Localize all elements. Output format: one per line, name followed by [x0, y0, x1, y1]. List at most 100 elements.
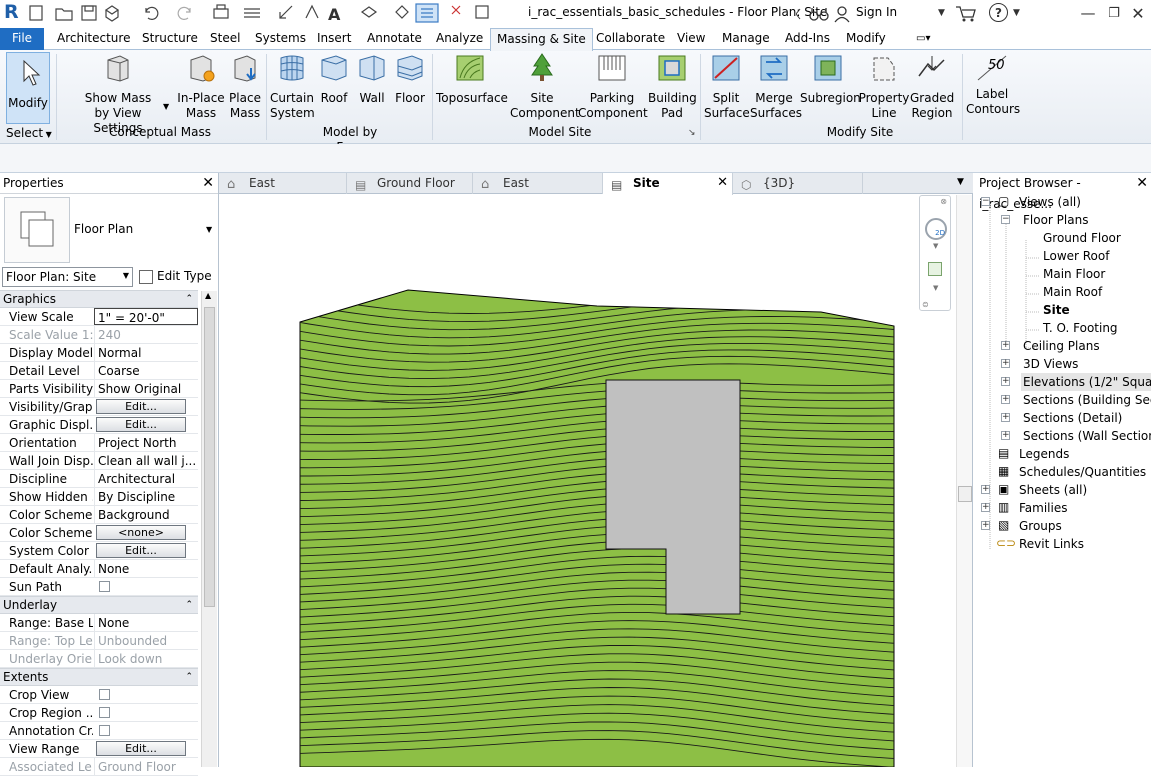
subregion-button[interactable]: Subregion [800, 52, 861, 106]
prop-parts-visibility[interactable]: Parts Visibility Show Original [0, 380, 198, 398]
parking-component-button[interactable]: Parking Component [578, 52, 648, 121]
crop-region-checkbox[interactable] [99, 707, 110, 718]
view-scale-input[interactable]: 1" = 20'-0" [94, 308, 198, 325]
tab-view[interactable]: View [677, 28, 705, 50]
2d-wheel-icon[interactable]: 2D [925, 218, 947, 240]
close-tab-icon[interactable]: ✕ [717, 173, 728, 193]
tab-manage[interactable]: Manage [722, 28, 770, 50]
tab-collaborate[interactable]: Collaborate [596, 28, 665, 50]
drawing-area[interactable]: ⌂ East ▤ Ground Floor ⌂ East ▤ Site ✕ ⬡ {3D} … [219, 173, 973, 767]
prop-wall-join[interactable]: Wall Join Disp... Clean all wall j... [0, 452, 198, 470]
system-color-edit-button[interactable]: Edit... [96, 543, 186, 558]
tree-ceiling-plans[interactable]: Ceiling Plans [1023, 337, 1100, 355]
select-dropdown[interactable]: Select ▼ [6, 126, 52, 142]
prop-range-base[interactable]: Range: Base L...None [0, 614, 198, 632]
prop-visibility-graphics[interactable]: Visibility/Grap...Edit... [0, 398, 198, 416]
group-underlay[interactable]: Underlay ⌃ [0, 596, 198, 614]
tab-ground-floor[interactable]: ▤ Ground Floor [347, 173, 473, 194]
expand-icon[interactable]: + [1001, 395, 1010, 404]
tree-sections-building[interactable]: Sections (Building Sectic [1023, 391, 1151, 409]
building-pad-button[interactable]: Building Pad [648, 52, 697, 121]
expand-icon[interactable]: + [1001, 341, 1010, 350]
sign-in-dropdown-icon[interactable]: ▼ [938, 3, 945, 23]
file-tab[interactable]: File [0, 28, 44, 50]
prop-orientation[interactable]: Orientation Project North [0, 434, 198, 452]
tab-massing-site[interactable]: Massing & Site [490, 28, 593, 51]
prop-show-hidden[interactable]: Show Hidden ...By Discipline [0, 488, 198, 506]
show-mass-dropdown-icon[interactable]: ▼ [163, 102, 169, 111]
prop-value[interactable]: Clean all wall j... [94, 452, 198, 469]
show-mass-button[interactable]: Show Mass by View Settings [72, 52, 164, 136]
prop-value[interactable]: Project North [94, 434, 198, 451]
tree-elevations[interactable]: Elevations (1/2" Square [1021, 373, 1151, 391]
toposurface-button[interactable]: Toposurface [436, 52, 508, 106]
site-plan[interactable] [219, 194, 959, 767]
color-scheme-button[interactable]: <none> [96, 525, 186, 540]
expand-icon[interactable]: + [1001, 413, 1010, 422]
tree-lower-roof[interactable]: Lower Roof [1043, 247, 1109, 265]
annotation-crop-checkbox[interactable] [99, 725, 110, 736]
prop-value[interactable]: By Discipline [94, 488, 198, 505]
cart-icon[interactable] [955, 5, 977, 23]
prop-system-color[interactable]: System Color ...Edit... [0, 542, 198, 560]
prop-value[interactable]: Background [94, 506, 198, 523]
tab-analyze[interactable]: Analyze [436, 28, 483, 50]
in-place-mass-button[interactable]: In-Place Mass [176, 52, 226, 121]
view-range-edit-button[interactable]: Edit... [96, 741, 186, 756]
prop-value[interactable]: Coarse [94, 362, 198, 379]
tab-east-elevation-2[interactable]: ⌂ East [473, 173, 603, 194]
restore-button[interactable]: ❐ [1106, 3, 1122, 23]
tree-sheets[interactable]: Sheets (all) [1019, 481, 1087, 499]
help-icon[interactable]: ? [989, 3, 1008, 22]
close-window-button[interactable]: ✕ [1130, 3, 1146, 23]
collapse-icon[interactable]: ⌃ [185, 669, 193, 686]
prop-color-scheme-location[interactable]: Color Scheme...Background [0, 506, 198, 524]
prop-detail-level[interactable]: Detail Level Coarse [0, 362, 198, 380]
tree-main-floor[interactable]: Main Floor [1043, 265, 1105, 283]
expand-icon[interactable]: + [1001, 359, 1010, 368]
curtain-system-button[interactable]: Curtain System [270, 52, 315, 121]
expand-icon[interactable]: + [981, 521, 990, 530]
group-extents[interactable]: Extents ⌃ [0, 668, 198, 686]
tab-structure[interactable]: Structure [142, 28, 198, 50]
tab-site[interactable]: ▤ Site ✕ [603, 173, 733, 195]
tree-sections-detail[interactable]: Sections (Detail) [1023, 409, 1122, 427]
graded-region-button[interactable]: Graded Region [910, 52, 954, 121]
edit-type-button[interactable]: Edit Type [139, 267, 212, 287]
tree-ground-floor[interactable]: Ground Floor [1043, 229, 1121, 247]
collapse-views-icon[interactable]: − [981, 197, 990, 206]
prop-display-model[interactable]: Display Model Normal [0, 344, 198, 362]
collapse-floor-plans-icon[interactable]: − [1001, 215, 1010, 224]
scrollbar-thumb[interactable] [958, 486, 972, 502]
expand-icon[interactable]: + [981, 485, 990, 494]
prop-discipline[interactable]: Discipline Architectural [0, 470, 198, 488]
close-browser-icon[interactable]: ✕ [1136, 173, 1148, 194]
tab-add-ins[interactable]: Add-Ins [785, 28, 830, 50]
tab-insert[interactable]: Insert [317, 28, 351, 50]
minimize-button[interactable]: — [1080, 3, 1096, 23]
tab-east-elevation[interactable]: ⌂ East [219, 173, 347, 194]
prop-value[interactable]: Show Original [94, 380, 198, 397]
properties-scrollbar[interactable]: ▲ [201, 291, 217, 767]
tree-main-roof[interactable]: Main Roof [1043, 283, 1102, 301]
prop-default-analysis[interactable]: Default Analy... None [0, 560, 198, 578]
prop-value[interactable]: None [94, 560, 198, 577]
type-selector-dropdown-icon[interactable]: ▼ [206, 225, 212, 234]
tab-3d[interactable]: ⬡ {3D} [733, 173, 863, 194]
model-site-launcher-icon[interactable]: ↘ [688, 128, 696, 138]
tree-legends[interactable]: Legends [1019, 445, 1069, 463]
tree-site[interactable]: Site [1043, 301, 1070, 319]
tree-families[interactable]: Families [1019, 499, 1067, 517]
prop-color-scheme[interactable]: Color Scheme <none> [0, 524, 198, 542]
split-surface-button[interactable]: Split Surface [704, 52, 750, 121]
tree-schedules[interactable]: Schedules/Quantities (all [1019, 463, 1151, 481]
floor-by-face-button[interactable]: Floor [393, 52, 427, 106]
modify-button[interactable]: Modify [6, 52, 50, 124]
prop-sun-path[interactable]: Sun Path [0, 578, 198, 596]
group-graphics[interactable]: Graphics ⌃ [0, 290, 198, 308]
wheel-dropdown-icon[interactable]: ▼ [933, 242, 938, 250]
canvas-scrollbar[interactable] [956, 195, 972, 767]
zoom-dropdown-icon[interactable]: ▼ [933, 284, 938, 292]
zoom-region-icon[interactable] [928, 262, 942, 276]
scroll-up-icon[interactable]: ▲ [205, 291, 211, 300]
